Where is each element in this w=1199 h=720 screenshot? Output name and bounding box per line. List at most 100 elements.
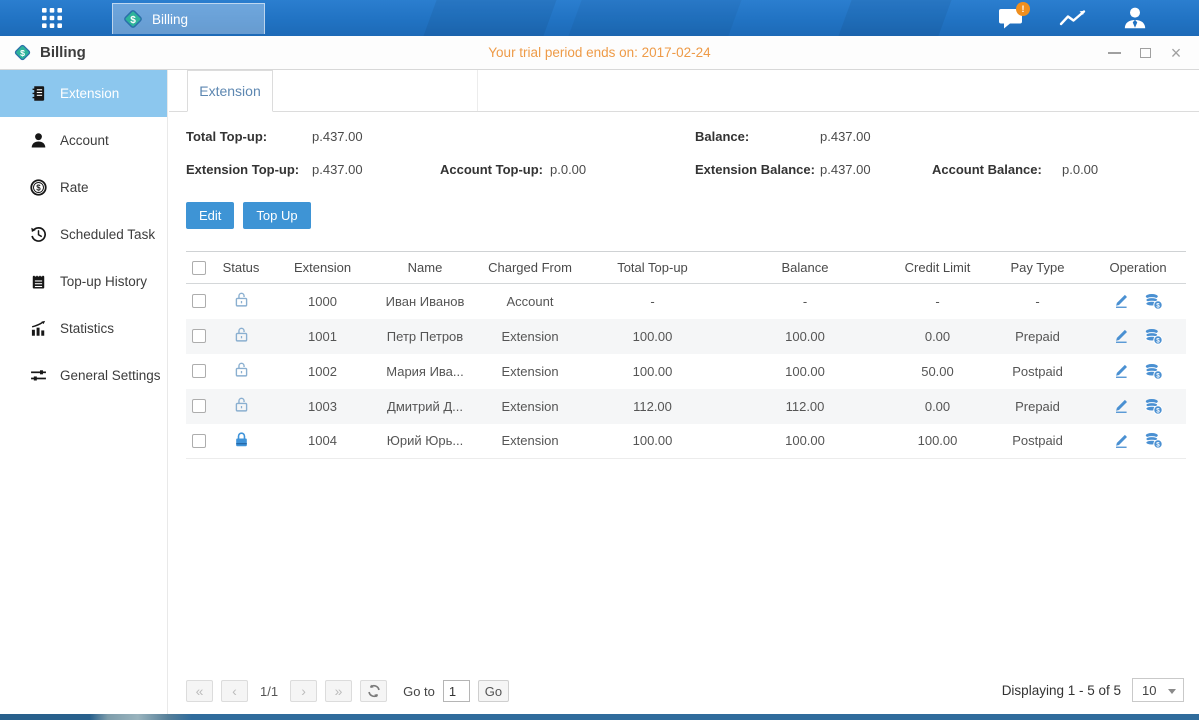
- taskbar: $ Billing !: [0, 0, 1199, 36]
- lock-open-icon: [233, 291, 250, 308]
- sliders-icon: [30, 367, 47, 384]
- first-page-button[interactable]: «: [186, 680, 213, 702]
- billing-diamond-icon: $: [122, 8, 144, 30]
- billing-diamond-icon: $: [13, 43, 32, 62]
- sidebar-item-rate[interactable]: $ Rate: [0, 164, 167, 211]
- cell-name: Петр Петров: [375, 319, 475, 354]
- svg-text:$: $: [1156, 337, 1160, 344]
- total-topup-label: Total Top-up:: [186, 129, 312, 144]
- edit-row-icon[interactable]: [1113, 433, 1129, 449]
- svg-text:$: $: [1156, 407, 1160, 414]
- window-title-group: $ Billing: [13, 36, 86, 69]
- col-pay-type: Pay Type: [985, 252, 1090, 284]
- operation-cell: $: [1090, 363, 1186, 380]
- top-up-row-icon[interactable]: $: [1144, 293, 1163, 310]
- summary-panel: Total Top-up: p.437.00 Extension Top-up:…: [169, 112, 1199, 195]
- person-glyph: [1122, 5, 1148, 31]
- cell-total-topup: -: [585, 284, 720, 319]
- goto-page-input[interactable]: [443, 680, 470, 702]
- go-button[interactable]: Go: [478, 680, 509, 702]
- refresh-icon: [367, 684, 381, 698]
- row-checkbox[interactable]: [192, 364, 206, 378]
- col-credit-limit: Credit Limit: [890, 252, 985, 284]
- cell-extension: 1001: [270, 319, 375, 354]
- cell-pay-type: Prepaid: [985, 389, 1090, 424]
- extension-topup-label: Extension Top-up:: [186, 162, 312, 177]
- edit-row-icon[interactable]: [1113, 398, 1129, 414]
- status-unlocked: [233, 361, 250, 378]
- top-up-row-icon[interactable]: $: [1144, 328, 1163, 345]
- svg-text:$: $: [130, 15, 136, 26]
- page-size-select[interactable]: 10: [1132, 678, 1184, 702]
- history-clock-icon: [30, 226, 47, 243]
- svg-text:$: $: [20, 48, 25, 58]
- cell-credit-limit: 100.00: [890, 424, 985, 459]
- cell-total-topup: 100.00: [585, 354, 720, 389]
- cell-extension: 1002: [270, 354, 375, 389]
- operation-cell: $: [1090, 432, 1186, 449]
- chart-bars-icon: [30, 320, 47, 337]
- sidebar-item-label: Scheduled Task: [60, 227, 155, 242]
- tab-extension[interactable]: Extension: [187, 70, 273, 112]
- sidebar-item-topup-history[interactable]: Top-up History: [0, 258, 167, 305]
- sidebar-item-statistics[interactable]: Statistics: [0, 305, 167, 352]
- cell-total-topup: 100.00: [585, 424, 720, 459]
- main-content: Extension Total Top-up: p.437.00 Extensi…: [169, 70, 1199, 714]
- balance-value: p.437.00: [820, 129, 871, 144]
- cell-pay-type: -: [985, 284, 1090, 319]
- last-page-button[interactable]: »: [325, 680, 352, 702]
- line-chart-glyph: [1058, 7, 1088, 29]
- table-row: 1000Иван ИвановAccount----$: [186, 284, 1186, 319]
- extension-balance-label: Extension Balance:: [695, 162, 820, 177]
- sidebar-item-scheduled-task[interactable]: Scheduled Task: [0, 211, 167, 258]
- prev-page-button[interactable]: ‹: [221, 680, 248, 702]
- notification-badge: !: [1016, 2, 1030, 16]
- row-checkbox[interactable]: [192, 399, 206, 413]
- taskbar-tab-billing[interactable]: $ Billing: [112, 3, 265, 34]
- trial-notice: Your trial period ends on: 2017-02-24: [0, 36, 1199, 69]
- cell-credit-limit: 0.00: [890, 389, 985, 424]
- account-balance-value: p.0.00: [1062, 162, 1098, 177]
- close-button[interactable]: ×: [1169, 46, 1183, 60]
- cell-name: Юрий Юрь...: [375, 424, 475, 459]
- page-size-value: 10: [1142, 683, 1156, 698]
- cell-balance: -: [720, 284, 890, 319]
- sidebar-item-extension[interactable]: Extension: [0, 70, 167, 117]
- col-extension: Extension: [270, 252, 375, 284]
- sidebar-item-account[interactable]: Account: [0, 117, 167, 164]
- desktop-bottom-strip: [0, 714, 1199, 720]
- status-unlocked: [233, 326, 250, 343]
- sidebar-item-label: Rate: [60, 180, 89, 195]
- svg-text:$: $: [1156, 302, 1160, 309]
- top-up-row-icon[interactable]: $: [1144, 398, 1163, 415]
- messages-icon[interactable]: !: [995, 4, 1027, 32]
- next-page-button[interactable]: ›: [290, 680, 317, 702]
- edit-row-icon[interactable]: [1113, 363, 1129, 379]
- refresh-button[interactable]: [360, 680, 387, 702]
- lock-open-icon: [233, 361, 250, 378]
- edit-row-icon[interactable]: [1113, 293, 1129, 309]
- table-header-row: Status Extension Name Charged From Total…: [186, 252, 1186, 284]
- top-up-row-icon[interactable]: $: [1144, 363, 1163, 380]
- sidebar-item-label: Account: [60, 133, 109, 148]
- resource-monitor-icon[interactable]: [1057, 4, 1089, 32]
- total-topup-value: p.437.00: [312, 129, 363, 144]
- row-checkbox[interactable]: [192, 329, 206, 343]
- maximize-button[interactable]: [1138, 46, 1152, 60]
- edit-button[interactable]: Edit: [186, 202, 234, 229]
- user-icon[interactable]: [1119, 4, 1151, 32]
- edit-row-icon[interactable]: [1113, 328, 1129, 344]
- table-row: 1004Юрий Юрь...Extension100.00100.00100.…: [186, 424, 1186, 459]
- sidebar-item-general-settings[interactable]: General Settings: [0, 352, 167, 399]
- top-up-row-icon[interactable]: $: [1144, 432, 1163, 449]
- taskbar-decor-band: [838, 0, 951, 36]
- cell-credit-limit: -: [890, 284, 985, 319]
- cell-charged-from: Extension: [475, 319, 585, 354]
- row-checkbox[interactable]: [192, 294, 206, 308]
- select-all-checkbox[interactable]: [192, 261, 206, 275]
- row-checkbox[interactable]: [192, 434, 206, 448]
- tab-strip: Extension: [169, 70, 1199, 112]
- minimize-button[interactable]: [1107, 46, 1121, 60]
- top-up-button[interactable]: Top Up: [243, 202, 310, 229]
- apps-grid-icon[interactable]: [34, 5, 70, 31]
